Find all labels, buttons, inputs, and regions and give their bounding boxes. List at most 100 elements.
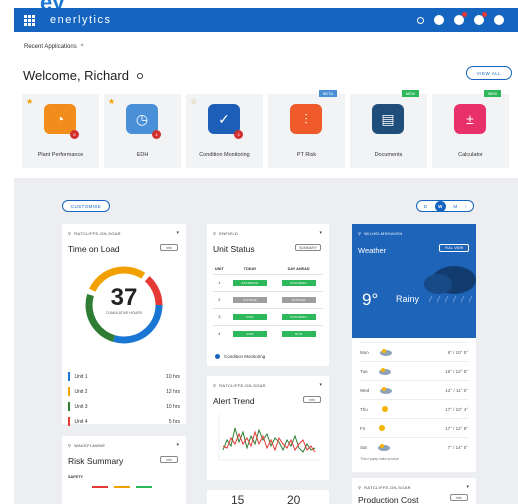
info-button[interactable]: info bbox=[450, 494, 468, 501]
today-cell: OUTAGE bbox=[225, 290, 275, 308]
forecast-day: Mon bbox=[360, 349, 369, 355]
table-row: 3 RUN STANDING bbox=[213, 307, 323, 325]
col-today: TODAY bbox=[243, 266, 257, 271]
info-button[interactable]: info bbox=[303, 396, 321, 403]
location-pin-icon: ⚲ bbox=[68, 443, 72, 448]
date-range-toggle[interactable]: D W M › bbox=[416, 200, 474, 212]
unit-number: 4 bbox=[213, 324, 226, 342]
total-hours: 37 bbox=[110, 284, 138, 311]
app-grid-icon[interactable] bbox=[20, 11, 38, 29]
location-pin-icon: ⚲ bbox=[68, 231, 72, 236]
today-cell: STANDING bbox=[225, 273, 275, 291]
card-menu-icon[interactable]: ▾ bbox=[466, 484, 469, 490]
forecast-row: Tue 15° / 12° 5° bbox=[360, 361, 468, 380]
range-month[interactable]: M bbox=[453, 204, 457, 209]
search-icon[interactable] bbox=[417, 16, 424, 24]
chevron-right-icon[interactable]: › bbox=[465, 204, 467, 209]
location-pin-icon: ⚲ bbox=[213, 383, 217, 388]
forecast-temps: 9° / 10° 5° bbox=[447, 349, 468, 355]
location-text: RATCLIFFE-ON-SOAR bbox=[364, 485, 411, 490]
unit-status-table: UNIT TODAY DAY AHEAD 1 STANDING STANDING… bbox=[213, 264, 323, 342]
view-all-button[interactable]: VIEW ALL bbox=[466, 66, 512, 80]
unit-number: 3 bbox=[213, 307, 226, 325]
unit-number: 2 bbox=[213, 290, 226, 308]
forecast-day: Sat bbox=[360, 444, 367, 450]
welcome-heading: Welcome, Richard bbox=[23, 68, 143, 83]
chevron-up-icon: ^ bbox=[80, 44, 84, 50]
time-on-load-card: ⚲ RATCLIFFE-ON-SOAR ▾ Time on Load info 3… bbox=[62, 224, 186, 441]
today-cell: RUN bbox=[225, 307, 275, 325]
app-icon: ✓ bbox=[208, 104, 240, 134]
day-ahead-cell: STANDING bbox=[274, 273, 323, 291]
source-legend: Condition Monitoring bbox=[215, 354, 265, 359]
card-location: ⚲ RATCLIFFE-ON-SOAR bbox=[68, 231, 121, 236]
forecast-row: Fri 17° / 12° 8° bbox=[360, 418, 468, 437]
weather-card: ⚲ WILHELMSHAVEN Weather FULL VIEW 9° Rain… bbox=[352, 224, 476, 472]
unit-color-bar bbox=[68, 372, 70, 381]
risk-bar-red bbox=[92, 486, 108, 488]
notification-count-badge: 6 bbox=[70, 130, 79, 139]
app-tile[interactable]: BETA ⫶ PT Risk bbox=[268, 90, 345, 168]
unit-name: Unit 4 bbox=[74, 418, 88, 425]
app-tile[interactable]: ☆ ✓ 3 Condition Monitoring bbox=[186, 94, 263, 168]
recent-applications-toggle[interactable]: Recent Applications ^ bbox=[24, 44, 84, 50]
location-text: WAKEFLAWNE bbox=[74, 443, 106, 448]
cloud-icon bbox=[378, 368, 391, 375]
app-tile[interactable]: ★ ◔ 6 Plant Performance bbox=[22, 94, 99, 168]
app-icon: ± bbox=[454, 104, 486, 134]
settings-icon[interactable] bbox=[136, 72, 143, 79]
forecast-temps: 12° / 11° 5° bbox=[445, 387, 468, 393]
location-pin-icon: ⚲ bbox=[358, 231, 362, 236]
messages-icon[interactable] bbox=[474, 12, 487, 25]
status-pill: STANDING bbox=[281, 313, 316, 320]
day-ahead-cell: RUN bbox=[274, 324, 323, 342]
unit-name: Unit 3 bbox=[74, 403, 88, 410]
favorite-star-icon[interactable]: ★ bbox=[108, 97, 115, 106]
card-location: ⚲ ENFIELD bbox=[213, 231, 238, 236]
app-tile[interactable]: NEW ▤ Documents bbox=[350, 90, 427, 168]
source-text: Condition Monitoring bbox=[224, 354, 266, 359]
card-menu-icon[interactable]: ▾ bbox=[319, 382, 322, 388]
app-tile[interactable]: ★ ◷ 4 EDH bbox=[104, 94, 181, 168]
unit-hours: 10 hrs bbox=[166, 403, 180, 410]
card-menu-icon[interactable]: ▾ bbox=[176, 230, 179, 236]
favorite-star-icon[interactable]: ☆ bbox=[190, 97, 197, 106]
recent-applications-label: Recent Applications bbox=[24, 44, 77, 50]
main-page: Recent Applications ^ Welcome, Richard V… bbox=[14, 32, 518, 504]
unit-name: Unit 1 bbox=[74, 373, 88, 380]
current-temp: 9° bbox=[362, 290, 379, 309]
info-button[interactable]: info bbox=[160, 456, 178, 463]
unit-number: 1 bbox=[213, 273, 226, 291]
unit-status-card: ⚲ ENFIELD ▾ Unit Status SUMMARY UNIT TODA… bbox=[207, 224, 329, 366]
alert-icon[interactable] bbox=[454, 12, 467, 25]
user-avatar-icon[interactable] bbox=[494, 15, 504, 25]
full-view-button[interactable]: FULL VIEW bbox=[439, 244, 469, 252]
day-ahead-cell: OUTAGE bbox=[274, 290, 323, 308]
app-tag-badge: BETA bbox=[318, 90, 337, 97]
card-menu-icon[interactable]: ▾ bbox=[176, 442, 179, 448]
customise-button[interactable]: CUSTOMISE bbox=[62, 200, 110, 212]
range-week[interactable]: W bbox=[434, 200, 446, 212]
location-pin-icon: ⚲ bbox=[358, 485, 362, 490]
bottom-metrics-card: 15 20 bbox=[207, 490, 329, 504]
location-pin-icon: ⚲ bbox=[213, 231, 217, 236]
welcome-text: Welcome, Richard bbox=[23, 68, 129, 83]
favorite-star-icon[interactable]: ★ bbox=[26, 97, 33, 106]
dashboard-area: CUSTOMISE D W M › ⚲ RATCLIFFE-ON-SOAR ▾ T… bbox=[14, 178, 518, 504]
brand-name: enerlytics bbox=[50, 14, 112, 26]
info-button[interactable]: info bbox=[160, 244, 178, 251]
status-pill: OUTAGE bbox=[281, 296, 316, 303]
total-caption: CUMULATIVE HOURS bbox=[106, 311, 142, 315]
unit-hours: 12 hrs bbox=[166, 388, 180, 395]
notification-icon[interactable] bbox=[434, 15, 444, 25]
metric-value-a: 15 bbox=[231, 493, 245, 504]
sun-icon bbox=[381, 406, 388, 412]
day-ahead-cell: STANDING bbox=[274, 307, 323, 325]
forecast-day: Thu bbox=[360, 406, 368, 412]
app-tile[interactable]: NEW ± Calculator bbox=[432, 90, 509, 168]
range-day[interactable]: D bbox=[424, 204, 427, 209]
today-cell: RUN bbox=[225, 324, 275, 342]
summary-dropdown[interactable]: SUMMARY bbox=[295, 244, 321, 251]
card-menu-icon[interactable]: ▾ bbox=[319, 230, 322, 236]
forecast-row: Thu 17° / 10° 4° bbox=[360, 399, 468, 418]
